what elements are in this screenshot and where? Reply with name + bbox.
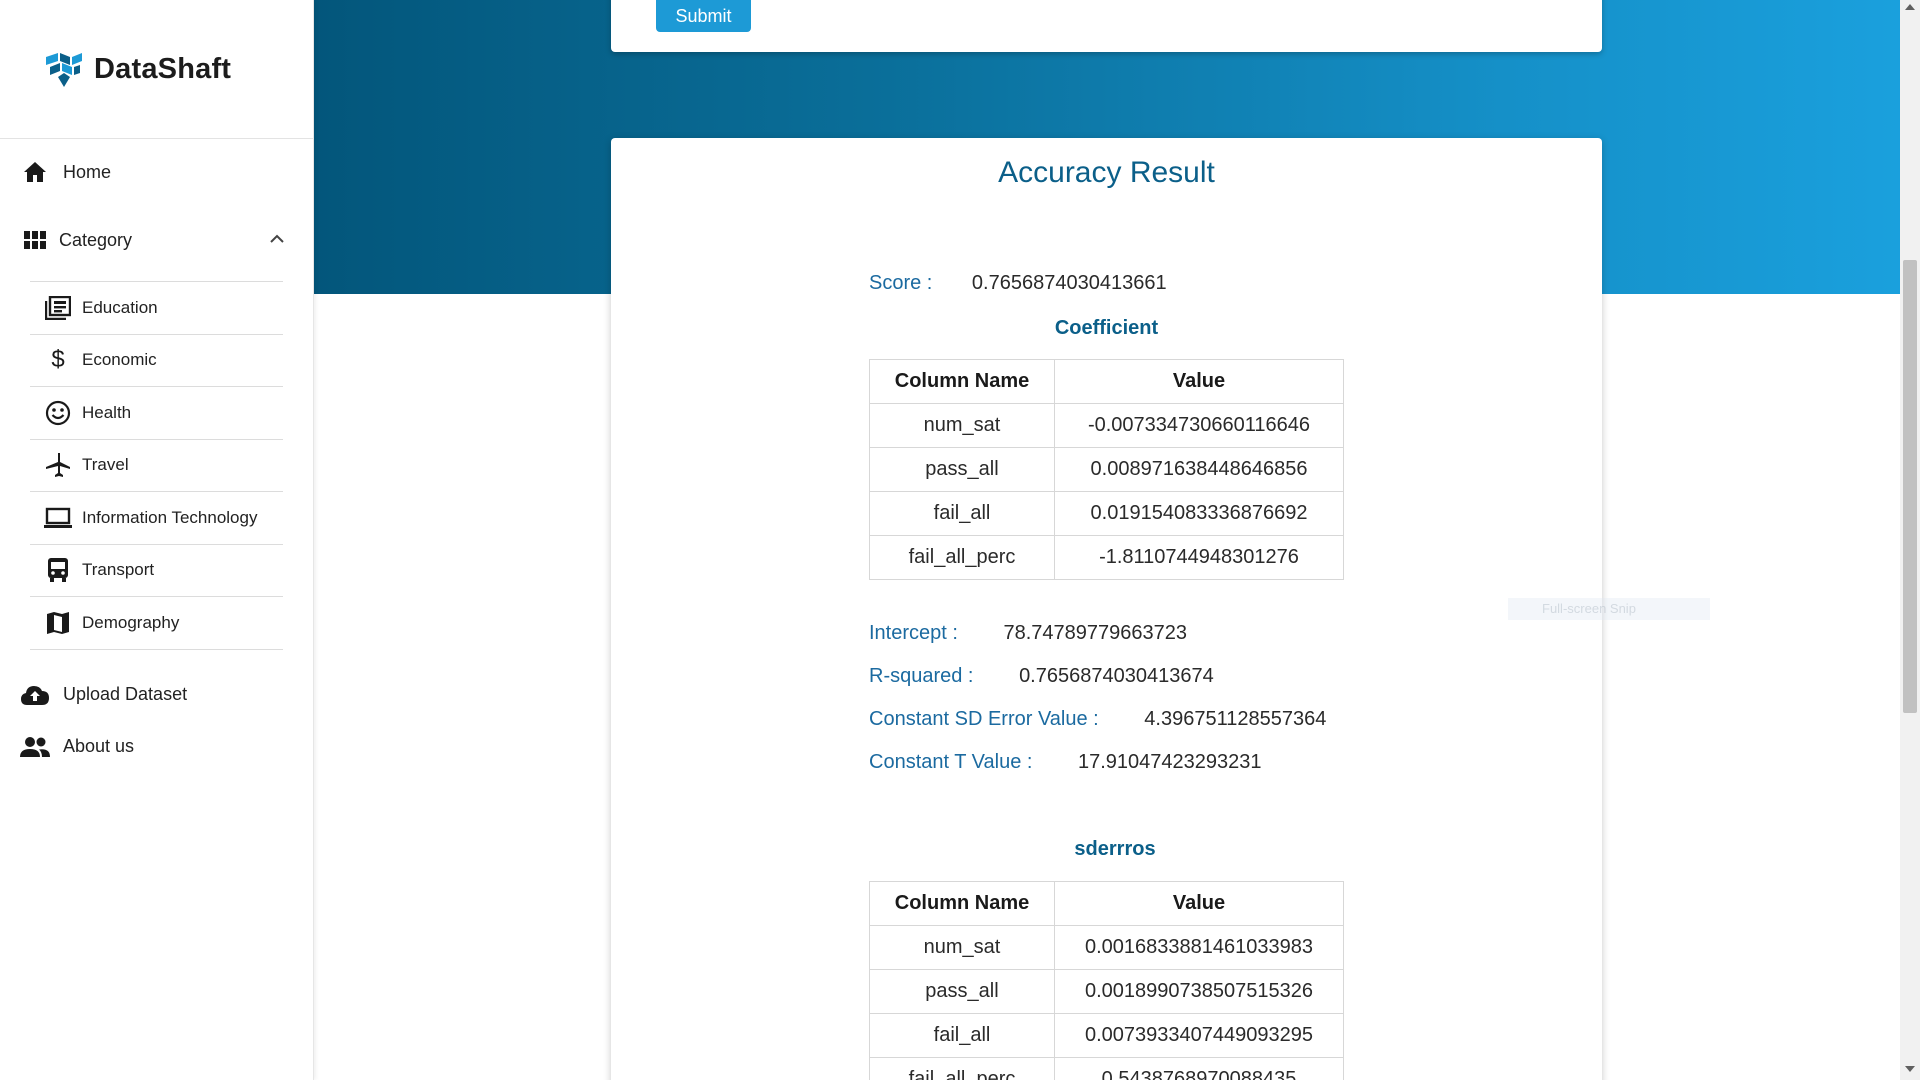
cell-column-name: num_sat	[869, 403, 1055, 448]
score-value: 0.7656874030413661	[971, 272, 1167, 294]
intercept-label: Intercept :	[869, 622, 958, 644]
cell-value: 0.008971638448646856	[1054, 447, 1344, 492]
table-header-row: Column Name Value	[869, 881, 1344, 926]
cell-value: -0.007334730660116646	[1054, 403, 1344, 448]
vertical-scrollbar[interactable]	[1900, 0, 1920, 1080]
cloud-upload-icon	[19, 681, 51, 709]
column-header: Column Name	[869, 359, 1055, 404]
sidebar-item-information-technology[interactable]: Information Technology	[30, 492, 283, 545]
result-title: Accuracy Result	[998, 156, 1215, 189]
cell-column-name: fail_all_perc	[869, 535, 1055, 580]
smiley-icon	[44, 399, 72, 427]
scroll-up-arrow-icon[interactable]	[1905, 4, 1915, 10]
table-row: num_sat 0.0016833881461033983	[869, 925, 1344, 970]
people-icon	[19, 733, 51, 761]
chevron-up-icon[interactable]	[267, 229, 287, 249]
r-squared-row: R-squared : 0.7656874030413674	[869, 665, 1214, 688]
nav-category-label: Category	[59, 229, 133, 250]
constant-t-value: 17.91047423293231	[1078, 751, 1262, 773]
datashaft-cube-logo-icon	[46, 53, 82, 87]
sidebar-item-label: Demography	[82, 612, 180, 632]
column-header: Value	[1054, 359, 1344, 404]
sidebar-item-label: Economic	[82, 350, 157, 370]
intercept-row: Intercept : 78.74789779663723	[869, 622, 1187, 645]
accuracy-result-card: Accuracy Result Score : 0.76568740304136…	[611, 138, 1602, 1080]
laptop-icon	[44, 504, 72, 532]
constant-t-row: Constant T Value : 17.91047423293231	[869, 751, 1262, 774]
cell-value: 0.019154083336876692	[1054, 491, 1344, 536]
table-header-row: Column Name Value	[869, 359, 1344, 404]
table-row: num_sat -0.007334730660116646	[869, 403, 1344, 448]
cell-column-name: pass_all	[869, 447, 1055, 492]
score-row: Score : 0.7656874030413661	[869, 272, 1167, 295]
constant-sd-value: 4.396751128557364	[1144, 708, 1327, 730]
sidebar-item-demography[interactable]: Demography	[30, 597, 283, 650]
cell-column-name: fail_all	[869, 491, 1055, 536]
coefficient-title: Coefficient	[1054, 317, 1159, 339]
table-row: fail_all_perc 0.5438768970088435	[869, 1057, 1344, 1080]
nav-home[interactable]: Home	[0, 149, 313, 195]
sidebar-item-label: Transport	[82, 560, 155, 580]
table-row: pass_all 0.0018990738507515326	[869, 969, 1344, 1014]
sidebar-item-transport[interactable]: Transport	[30, 545, 283, 597]
grid-icon	[21, 226, 49, 254]
column-header: Column Name	[869, 881, 1055, 926]
column-header: Value	[1054, 881, 1344, 926]
brand-name: DataShaft	[94, 52, 232, 85]
cell-value: -1.8110744948301276	[1054, 535, 1344, 580]
table-row: pass_all 0.008971638448646856	[869, 447, 1344, 492]
sidebar-item-label: Education	[82, 297, 158, 317]
cell-value: 0.5438768970088435	[1054, 1057, 1344, 1080]
newspaper-icon	[44, 294, 72, 322]
map-icon	[44, 609, 72, 637]
sidebar-item-label: Travel	[82, 455, 129, 475]
r-squared-label: R-squared :	[869, 665, 974, 687]
app-window: DataShaft Home Category Education $ Econ…	[0, 0, 1920, 1080]
cell-value: 0.0018990738507515326	[1054, 969, 1344, 1014]
sidebar-item-education[interactable]: Education	[30, 282, 283, 335]
nav-about-label: About us	[63, 736, 135, 756]
intercept-value: 78.74789779663723	[1003, 622, 1188, 644]
bus-icon	[44, 556, 72, 584]
brand[interactable]: DataShaft	[0, 0, 313, 139]
coefficient-table: Column Name Value num_sat -0.00733473066…	[869, 359, 1344, 580]
cell-column-name: pass_all	[869, 969, 1055, 1014]
constant-sd-row: Constant SD Error Value : 4.396751128557…	[869, 708, 1326, 731]
sderrros-table: Column Name Value num_sat 0.001683388146…	[869, 881, 1344, 1080]
sidebar-item-label: Health	[82, 402, 132, 422]
scrollbar-thumb[interactable]	[1903, 260, 1917, 713]
sidebar-item-travel[interactable]: Travel	[30, 440, 283, 492]
cell-value: 0.0073933407449093295	[1054, 1013, 1344, 1058]
cell-column-name: fail_all	[869, 1013, 1055, 1058]
constant-t-label: Constant T Value :	[869, 751, 1033, 773]
home-icon	[21, 158, 49, 186]
form-card: Submit	[611, 0, 1602, 52]
snip-overlay: Full-screen Snip	[1508, 598, 1710, 620]
table-row: fail_all 0.0073933407449093295	[869, 1013, 1344, 1058]
nav-about-us[interactable]: About us	[0, 724, 313, 770]
airplane-icon	[44, 451, 72, 479]
nav-category[interactable]: Category	[0, 217, 313, 263]
category-submenu: Education $ Economic Health Travel Infor…	[30, 281, 283, 650]
nav-upload-dataset[interactable]: Upload Dataset	[0, 672, 313, 718]
nav-home-label: Home	[63, 161, 112, 182]
cell-value: 0.0016833881461033983	[1054, 925, 1344, 970]
sderrros-title: sderrros	[1074, 838, 1156, 860]
sidebar-item-health[interactable]: Health	[30, 387, 283, 440]
r-squared-value: 0.7656874030413674	[1019, 665, 1214, 687]
cell-column-name: num_sat	[869, 925, 1055, 970]
constant-sd-label: Constant SD Error Value :	[869, 708, 1099, 730]
table-row: fail_all_perc -1.8110744948301276	[869, 535, 1344, 580]
submit-button[interactable]: Submit	[656, 0, 751, 32]
scroll-down-arrow-icon[interactable]	[1905, 1066, 1915, 1072]
sidebar-item-economic[interactable]: $ Economic	[30, 335, 283, 387]
nav-upload-label: Upload Dataset	[63, 684, 188, 704]
score-label: Score :	[869, 272, 933, 294]
table-row: fail_all 0.019154083336876692	[869, 491, 1344, 536]
dollar-icon: $	[51, 346, 65, 374]
sidebar: DataShaft Home Category Education $ Econ…	[0, 0, 314, 1080]
cell-column-name: fail_all_perc	[869, 1057, 1055, 1080]
sidebar-item-label: Information Technology	[82, 507, 258, 527]
